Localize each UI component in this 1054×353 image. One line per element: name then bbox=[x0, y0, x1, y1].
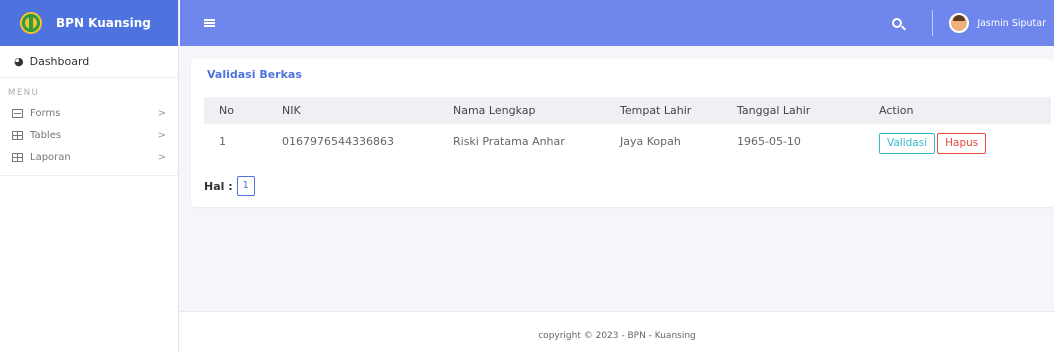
user-name[interactable]: Jasmin Siputar bbox=[977, 18, 1046, 29]
report-icon bbox=[12, 152, 23, 162]
table-row: 1 0167976544336863 Riski Pratama Anhar J… bbox=[204, 124, 1051, 158]
sidebar-item-forms[interactable]: Forms > bbox=[0, 102, 178, 124]
sidebar-item-tables[interactable]: Tables > bbox=[0, 124, 178, 146]
cell-tempat-lahir: Jaya Kopah bbox=[620, 134, 681, 148]
sidebar-item-label: Laporan bbox=[30, 151, 71, 163]
sidebar-item-label: Dashboard bbox=[29, 55, 90, 68]
cell-nama: Riski Pratama Anhar bbox=[453, 134, 565, 148]
validasi-table: No NIK Nama Lengkap Tempat Lahir Tanggal… bbox=[204, 97, 1051, 158]
topbar: Jasmin Siputar bbox=[180, 0, 1054, 46]
validasi-card: Validasi Berkas No NIK Nama Lengkap Temp… bbox=[191, 59, 1054, 207]
column-header-nama: Nama Lengkap bbox=[453, 104, 536, 117]
avatar[interactable] bbox=[949, 13, 970, 33]
bpn-logo-icon bbox=[20, 12, 42, 34]
column-header-no: No bbox=[219, 104, 234, 117]
sidebar-divider bbox=[0, 175, 179, 176]
cell-nik: 0167976544336863 bbox=[282, 134, 394, 148]
footer: copyright © 2023 - BPN - Kuansing bbox=[180, 311, 1054, 353]
page-button-1[interactable]: 1 bbox=[236, 176, 255, 196]
chevron-right-icon: > bbox=[157, 151, 166, 163]
brand[interactable]: BPN Kuansing bbox=[0, 0, 178, 46]
forms-icon bbox=[12, 108, 23, 118]
chevron-right-icon: > bbox=[157, 129, 166, 141]
table-header-row: No NIK Nama Lengkap Tempat Lahir Tanggal… bbox=[204, 97, 1051, 124]
copyright-text: copyright © 2023 - BPN - Kuansing bbox=[538, 331, 696, 341]
hapus-button[interactable]: Hapus bbox=[937, 132, 987, 154]
menu-toggle-icon[interactable] bbox=[204, 19, 215, 27]
topbar-right: Jasmin Siputar bbox=[892, 0, 1054, 46]
cell-no: 1 bbox=[219, 134, 226, 148]
sidebar-item-dashboard[interactable]: ◕ Dashboard bbox=[0, 46, 178, 78]
column-header-nik: NIK bbox=[282, 104, 301, 117]
column-header-action: Action bbox=[879, 104, 914, 117]
sidebar-item-label: Forms bbox=[30, 107, 61, 119]
chevron-right-icon: > bbox=[157, 107, 166, 119]
sidebar-item-label: Tables bbox=[30, 129, 62, 141]
validasi-button[interactable]: Validasi bbox=[879, 132, 936, 154]
column-header-tanggal-lahir: Tanggal Lahir bbox=[737, 104, 811, 117]
search-icon[interactable] bbox=[892, 18, 903, 28]
column-header-tempat-lahir: Tempat Lahir bbox=[620, 104, 692, 117]
menu-header: MENU bbox=[8, 88, 40, 98]
cell-tanggal-lahir: 1965-05-10 bbox=[737, 134, 801, 148]
pagination-label: Hal : bbox=[204, 179, 233, 193]
table-icon bbox=[12, 130, 23, 140]
sidebar-item-laporan[interactable]: Laporan > bbox=[0, 146, 178, 168]
sidebar: BPN Kuansing ◕ Dashboard MENU Forms > Ta… bbox=[0, 0, 179, 353]
pagination: Hal : 1 bbox=[204, 176, 255, 196]
topbar-divider bbox=[932, 10, 934, 36]
cell-action: Validasi Hapus bbox=[879, 124, 1051, 158]
dashboard-icon: ◕ bbox=[14, 55, 24, 68]
brand-name: BPN Kuansing bbox=[56, 16, 151, 30]
card-title: Validasi Berkas bbox=[207, 68, 302, 81]
